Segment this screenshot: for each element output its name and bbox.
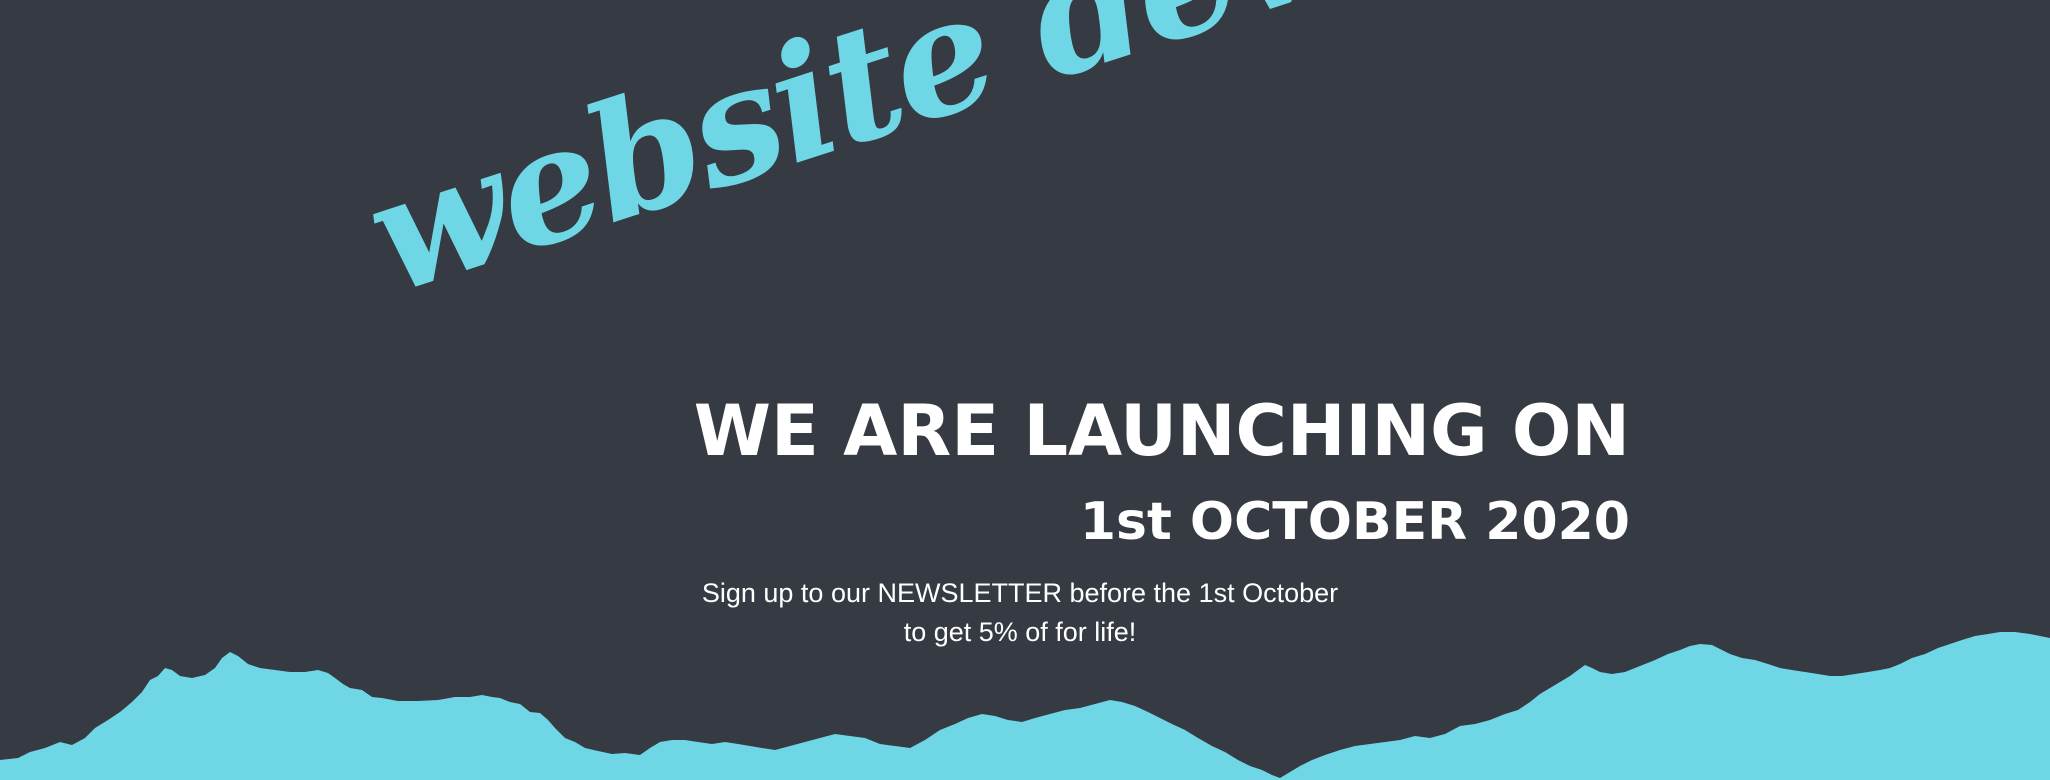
newsletter-line-2: to get 5% of for life!: [903, 617, 1137, 647]
newsletter-message: Sign up to our NEWSLETTER before the 1st…: [660, 574, 1380, 652]
launch-headline: WE ARE LAUNCHING ON: [693, 390, 1630, 472]
launch-date: 1st OCTOBER 2020: [1079, 492, 1630, 552]
newsletter-line-1: Sign up to our NEWSLETTER before the 1st…: [701, 578, 1339, 608]
launch-banner: website development WE ARE LAUNCHING ON …: [0, 0, 2050, 780]
